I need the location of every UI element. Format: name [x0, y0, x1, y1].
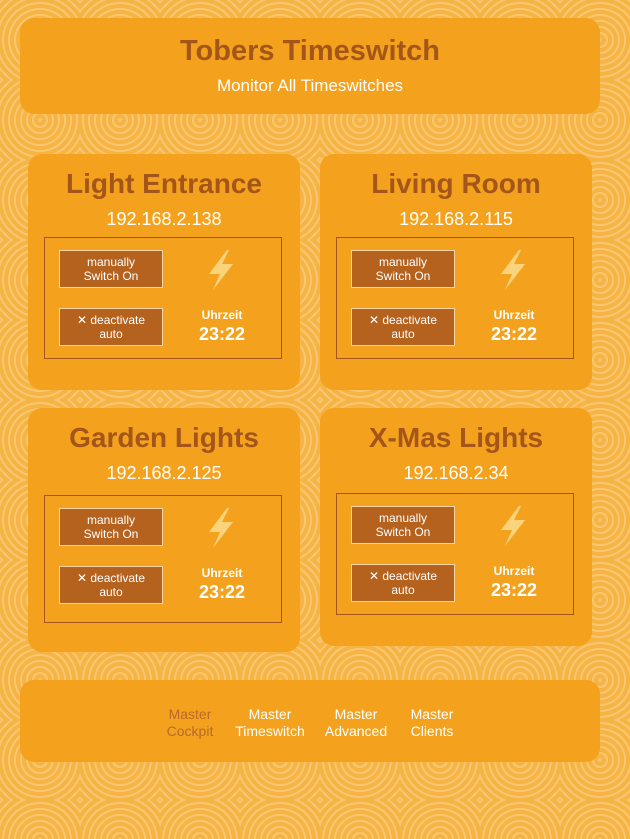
nav-label-line1: Master — [168, 706, 212, 722]
button-label-line1: ✕ deactivate — [76, 571, 146, 585]
control-box: manually Switch On ✕ deactivate auto Uhr… — [336, 493, 574, 615]
timeswitch-card-light-entrance: Light Entrance 192.168.2.138 manually Sw… — [28, 154, 300, 390]
time-label: Uhrzeit — [201, 308, 243, 322]
button-label-line1: ✕ deactivate — [368, 569, 438, 583]
time-value: 23:22 — [490, 324, 538, 344]
button-label-line2: Switch On — [83, 527, 139, 541]
control-box: manually Switch On ✕ deactivate auto Uhr… — [44, 495, 282, 623]
time-value: 23:22 — [198, 582, 246, 602]
nav-label-line2: Advanced — [324, 723, 388, 739]
manual-switch-on-button[interactable]: manually Switch On — [351, 250, 455, 288]
nav-label-line1: Master — [334, 706, 378, 722]
device-name: Living Room — [371, 168, 541, 199]
timeswitch-card-garden-lights: Garden Lights 192.168.2.125 manually Swi… — [28, 408, 300, 652]
deactivate-auto-button[interactable]: ✕ deactivate auto — [59, 308, 163, 346]
device-ip: 192.168.2.115 — [399, 209, 513, 229]
device-name: Light Entrance — [65, 168, 262, 199]
button-label-line2: auto — [391, 583, 415, 597]
manual-switch-on-button[interactable]: manually Switch On — [59, 250, 163, 288]
button-label-line2: Switch On — [375, 269, 431, 283]
time-label: Uhrzeit — [493, 564, 535, 578]
device-ip: 192.168.2.138 — [106, 209, 222, 229]
button-label-line1: manually — [378, 511, 428, 525]
nav-label-line2: Timeswitch — [235, 723, 305, 739]
time-value: 23:22 — [198, 324, 246, 344]
nav-link-master-timeswitch[interactable]: Master Timeswitch — [232, 706, 308, 740]
nav-label-line1: Master — [410, 706, 454, 722]
lightning-bolt-icon — [501, 250, 525, 290]
time-value: 23:22 — [490, 580, 538, 600]
nav-label-line2: Cockpit — [166, 723, 214, 739]
button-label-line1: manually — [86, 255, 136, 269]
deactivate-auto-button[interactable]: ✕ deactivate auto — [351, 308, 455, 346]
lightning-bolt-icon — [209, 508, 233, 548]
manual-switch-on-button[interactable]: manually Switch On — [59, 508, 163, 546]
nav-label-line1: Master — [248, 706, 292, 722]
timeswitch-card-living-room: Living Room 192.168.2.115 manually Switc… — [320, 154, 592, 390]
header-panel: Tobers Timeswitch Monitor All Timeswitch… — [20, 18, 600, 114]
device-name: X-Mas Lights — [368, 422, 544, 453]
control-box: manually Switch On ✕ deactivate auto Uhr… — [44, 237, 282, 359]
device-ip: 192.168.2.125 — [106, 463, 222, 483]
deactivate-auto-button[interactable]: ✕ deactivate auto — [59, 566, 163, 604]
button-label-line1: ✕ deactivate — [76, 313, 146, 327]
time-label: Uhrzeit — [201, 566, 243, 580]
nav-label-line2: Clients — [410, 723, 454, 739]
footer-nav-panel: Master Cockpit Master Timeswitch Master … — [20, 680, 600, 762]
button-label-line1: ✕ deactivate — [368, 313, 438, 327]
button-label-line1: manually — [378, 255, 428, 269]
device-name: Garden Lights — [69, 422, 259, 453]
manual-switch-on-button[interactable]: manually Switch On — [351, 506, 455, 544]
lightning-bolt-icon — [209, 250, 233, 290]
button-label-line2: auto — [391, 327, 415, 341]
nav-link-master-advanced[interactable]: Master Advanced — [320, 706, 392, 740]
button-label-line2: auto — [99, 327, 123, 341]
page-subtitle: Monitor All Timeswitches — [216, 76, 404, 95]
button-label-line2: Switch On — [83, 269, 139, 283]
timeswitch-card-xmas-lights: X-Mas Lights 192.168.2.34 manually Switc… — [320, 408, 592, 646]
lightning-bolt-icon — [501, 506, 525, 546]
page-title: Tobers Timeswitch — [180, 35, 440, 67]
button-label-line2: auto — [99, 585, 123, 599]
nav-link-master-cockpit[interactable]: Master Cockpit — [160, 706, 220, 740]
button-label-line1: manually — [86, 513, 136, 527]
time-label: Uhrzeit — [493, 308, 535, 322]
nav-link-master-clients[interactable]: Master Clients — [402, 706, 462, 740]
control-box: manually Switch On ✕ deactivate auto Uhr… — [336, 237, 574, 359]
deactivate-auto-button[interactable]: ✕ deactivate auto — [351, 564, 455, 602]
device-ip: 192.168.2.34 — [403, 463, 509, 483]
button-label-line2: Switch On — [375, 525, 431, 539]
